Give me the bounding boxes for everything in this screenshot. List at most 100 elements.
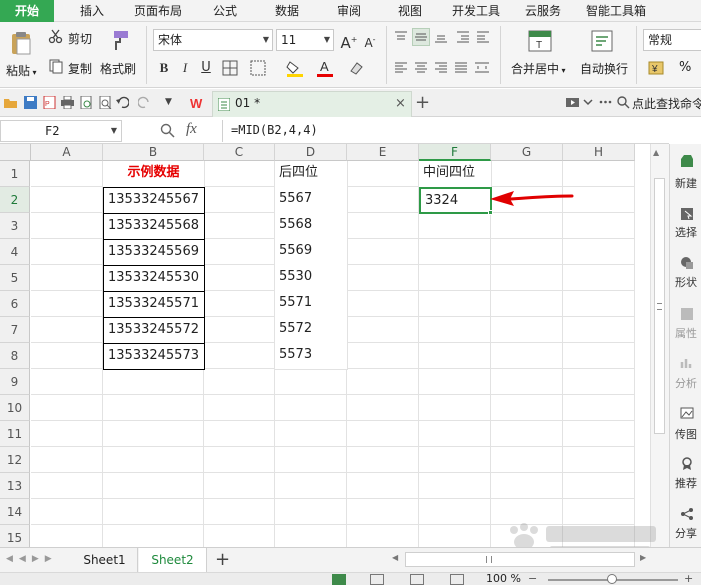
- cell-c14[interactable]: [204, 499, 275, 525]
- fill-handle[interactable]: [488, 210, 493, 215]
- cell-h11[interactable]: [563, 421, 635, 447]
- cell-c15[interactable]: [204, 525, 275, 547]
- close-icon[interactable]: ×: [395, 96, 406, 111]
- wrap-text-icon[interactable]: [590, 29, 614, 53]
- cell-g4[interactable]: [491, 239, 563, 265]
- sidebar-item-share[interactable]: 分享: [670, 525, 701, 541]
- zoom-in-icon[interactable]: +: [684, 573, 693, 585]
- cell-h4[interactable]: [563, 239, 635, 265]
- cell-c8[interactable]: [204, 343, 275, 369]
- cell-a3[interactable]: [31, 213, 103, 239]
- cell-f11[interactable]: [419, 421, 491, 447]
- row-header-5[interactable]: 5: [0, 265, 30, 291]
- format-painter-button[interactable]: 格式刷: [100, 60, 136, 77]
- column-header-c[interactable]: C: [204, 144, 275, 161]
- underline-button[interactable]: U: [196, 58, 216, 78]
- cell-c2[interactable]: [204, 187, 275, 213]
- cell-c9[interactable]: [204, 369, 275, 395]
- indent-icon[interactable]: [456, 30, 470, 44]
- zoom-slider-thumb[interactable]: [607, 574, 617, 584]
- cell-h12[interactable]: [563, 447, 635, 473]
- cell-a15[interactable]: [31, 525, 103, 547]
- paste-button[interactable]: 粘贴 ▾: [6, 62, 37, 79]
- cell-d8[interactable]: 5573: [275, 343, 348, 370]
- cell-e11[interactable]: [347, 421, 419, 447]
- align-right-icon[interactable]: [434, 61, 448, 75]
- menu-tab-insert[interactable]: 插入: [64, 0, 120, 22]
- page-break-view-icon[interactable]: [410, 574, 424, 585]
- menu-tab-data[interactable]: 数据: [260, 0, 314, 22]
- cell-d13[interactable]: [275, 473, 347, 499]
- row-header-4[interactable]: 4: [0, 239, 30, 265]
- cell-c13[interactable]: [204, 473, 275, 499]
- cell-c12[interactable]: [204, 447, 275, 473]
- menu-tab-smart-tools[interactable]: 智能工具箱: [580, 0, 652, 22]
- wrap-text-button[interactable]: 自动换行: [580, 60, 628, 77]
- document-tab[interactable]: 01 * ×: [212, 91, 412, 117]
- sidebar-item-new[interactable]: 新建: [670, 175, 701, 191]
- cell-e2[interactable]: [347, 187, 419, 213]
- cell-c5[interactable]: [204, 265, 275, 291]
- cell-c3[interactable]: [204, 213, 275, 239]
- cell-h5[interactable]: [563, 265, 635, 291]
- cell-d4[interactable]: 5569: [275, 239, 348, 266]
- sheet-nav-arrows-icon[interactable]: ◀◀▶▶: [6, 554, 58, 564]
- cell-e8[interactable]: [347, 343, 419, 369]
- copy-button[interactable]: 复制: [68, 60, 92, 77]
- cell-e12[interactable]: [347, 447, 419, 473]
- row-header-6[interactable]: 6: [0, 291, 30, 317]
- row-header-8[interactable]: 8: [0, 343, 30, 369]
- cell-h1[interactable]: [563, 161, 635, 187]
- cell-b3[interactable]: 13533245568: [103, 213, 205, 240]
- column-header-f[interactable]: F: [419, 144, 491, 161]
- menu-tab-developer[interactable]: 开发工具: [443, 0, 509, 22]
- sidebar-item-properties[interactable]: 属性: [670, 325, 701, 341]
- font-name-select[interactable]: 宋体 ▼: [153, 29, 273, 51]
- cell-b13[interactable]: [103, 473, 204, 499]
- bold-button[interactable]: B: [154, 58, 174, 78]
- cell-d1-header[interactable]: 后四位: [275, 161, 348, 188]
- cell-e5[interactable]: [347, 265, 419, 291]
- menu-tab-view[interactable]: 视图: [383, 0, 437, 22]
- cell-b9[interactable]: [103, 369, 204, 395]
- minimize-ribbon-icon[interactable]: [582, 96, 595, 109]
- cell-f1-header[interactable]: 中间四位: [419, 161, 492, 188]
- new-tab-button[interactable]: +: [415, 92, 430, 113]
- cell-a5[interactable]: [31, 265, 103, 291]
- reading-mode-icon[interactable]: [450, 574, 464, 585]
- cell-a2[interactable]: [31, 187, 103, 213]
- cell-g8[interactable]: [491, 343, 563, 369]
- cell-d2[interactable]: 5567: [275, 187, 348, 214]
- row-header-14[interactable]: 14: [0, 499, 30, 525]
- cell-e9[interactable]: [347, 369, 419, 395]
- formula-input[interactable]: =MID(B2,4,4): [222, 120, 669, 142]
- cell-g10[interactable]: [491, 395, 563, 421]
- align-bottom-icon[interactable]: [434, 30, 448, 44]
- command-search-input[interactable]: 点此查找命令: [632, 95, 701, 112]
- cell-g7[interactable]: [491, 317, 563, 343]
- distribute-icon[interactable]: [474, 61, 490, 75]
- cell-f10[interactable]: [419, 395, 491, 421]
- insert-function-button[interactable]: fx: [186, 121, 197, 138]
- cell-e1[interactable]: [347, 161, 419, 187]
- cell-d5[interactable]: 5530: [275, 265, 348, 292]
- normal-view-icon[interactable]: [332, 574, 346, 585]
- screen-record-icon[interactable]: [566, 96, 579, 109]
- paste-icon[interactable]: [8, 30, 34, 56]
- merge-center-icon[interactable]: T: [528, 29, 552, 53]
- sidebar-item-select[interactable]: 选择: [670, 224, 701, 240]
- sheet-tab-sheet1[interactable]: Sheet1: [72, 548, 138, 572]
- row-header-10[interactable]: 10: [0, 395, 30, 421]
- cell-d12[interactable]: [275, 447, 347, 473]
- cell-g11[interactable]: [491, 421, 563, 447]
- cell-b11[interactable]: [103, 421, 204, 447]
- cell-d9[interactable]: [275, 369, 347, 395]
- select-all-corner[interactable]: [0, 144, 31, 161]
- currency-icon[interactable]: ¥: [648, 59, 668, 77]
- align-left-icon[interactable]: [394, 61, 408, 75]
- cell-h10[interactable]: [563, 395, 635, 421]
- outdent-icon[interactable]: [476, 30, 490, 44]
- cell-d15[interactable]: [275, 525, 347, 547]
- scroll-right-icon[interactable]: ▶: [640, 553, 646, 562]
- cell-d3[interactable]: 5568: [275, 213, 348, 240]
